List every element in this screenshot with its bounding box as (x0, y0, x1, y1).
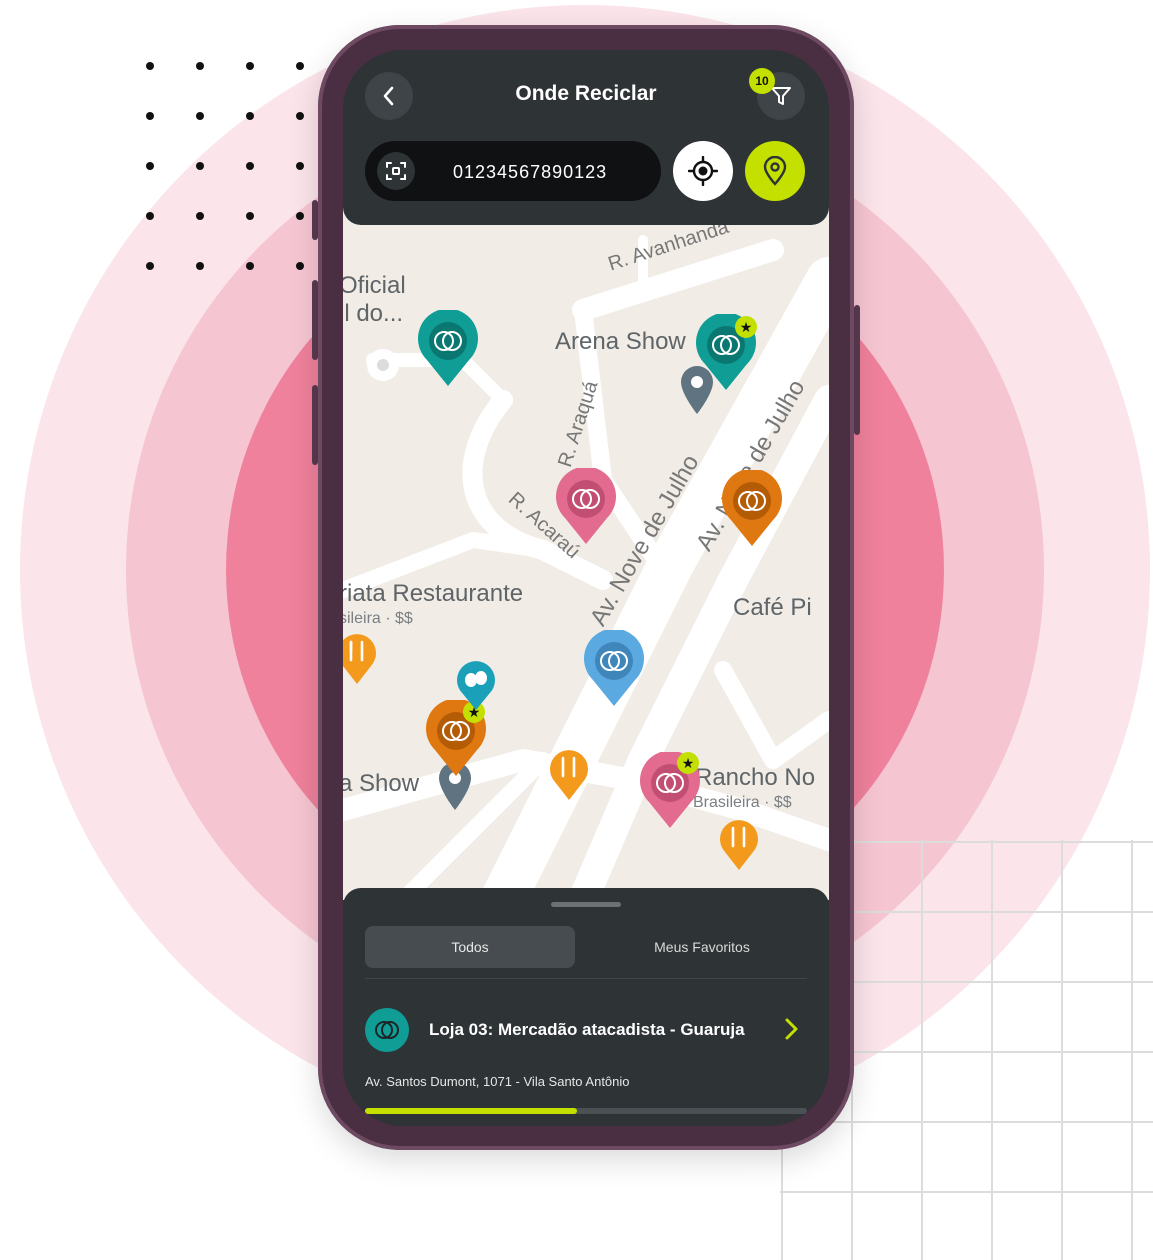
decorative-dot (296, 262, 304, 270)
theater-masks-icon[interactable] (455, 658, 497, 712)
store-recycle-icon (365, 1008, 409, 1052)
map-place-label: Café Pi (733, 594, 812, 621)
sheet-drag-handle[interactable] (551, 902, 621, 907)
decorative-dot (146, 262, 154, 270)
add-location-button[interactable] (745, 141, 805, 201)
barcode-search-input[interactable] (451, 141, 655, 203)
decorative-dot (246, 262, 254, 270)
bottom-sheet: Todos Meus Favoritos Loja 03: Mercadão a… (343, 888, 829, 1126)
decorative-dot (246, 62, 254, 70)
recycle-point-marker[interactable] (583, 630, 645, 708)
app-header: Onde Reciclar 10 (343, 50, 829, 225)
favorite-star-icon: ★ (677, 752, 699, 774)
recycle-point-marker[interactable] (555, 468, 617, 546)
recycle-rings-icon (375, 1021, 399, 1039)
favorite-star-icon: ★ (735, 316, 757, 338)
map-place-label: a Show (343, 770, 420, 797)
recycle-point-marker[interactable] (721, 470, 783, 548)
tab-meus-favoritos[interactable]: Meus Favoritos (597, 926, 807, 968)
recycle-rings-icon (418, 310, 478, 386)
decorative-dot (146, 212, 154, 220)
map-place-label: il do... (343, 300, 404, 327)
chevron-right-icon[interactable] (781, 1016, 801, 1042)
phone-screen: Onde Reciclar 10 01234567890123 Oficial … (343, 50, 829, 1126)
map-place-label: riata Restaurante (343, 580, 524, 607)
fork-knife-icon[interactable] (719, 816, 759, 872)
store-name[interactable]: Loja 03: Mercadão atacadista - Guaruja (429, 1020, 745, 1040)
map-place-label: Arena Show (555, 328, 686, 355)
recycle-point-marker[interactable]: ★ (695, 314, 757, 392)
recycle-point-marker[interactable]: ★ (639, 752, 701, 830)
map-place-sublabel: Brasileira · $$ (693, 794, 792, 811)
fork-knife-icon[interactable] (343, 630, 377, 686)
decorative-dot (196, 62, 204, 70)
recycle-rings-icon (722, 470, 782, 546)
decorative-dot (246, 162, 254, 170)
filter-count-badge: 10 (749, 68, 775, 94)
scan-qr-icon (386, 162, 406, 180)
filter-funnel-icon (771, 87, 791, 105)
decorative-dot (196, 262, 204, 270)
decorative-dot (296, 62, 304, 70)
decorative-dot (146, 112, 154, 120)
store-address: Av. Santos Dumont, 1071 - Vila Santo Ant… (365, 1074, 630, 1089)
list-progress-fill (365, 1108, 578, 1114)
tab-todos[interactable]: Todos (365, 926, 575, 968)
search-bar (365, 141, 661, 203)
decorative-dot-grid (140, 56, 310, 276)
decorative-dot (146, 162, 154, 170)
fork-knife-icon[interactable] (549, 746, 589, 802)
decorative-dot (196, 112, 204, 120)
decorative-dot (196, 162, 204, 170)
map-place-sublabel: sileira · $$ (343, 610, 413, 627)
decorative-dot (296, 162, 304, 170)
decorative-dot (246, 212, 254, 220)
current-location-button[interactable] (673, 141, 733, 201)
scan-button[interactable] (377, 152, 415, 190)
phone-power-button (854, 305, 860, 435)
map-place-label: Rancho No (695, 764, 816, 791)
map-view[interactable]: Oficial il do... Arena Show riata Restau… (343, 200, 829, 900)
crosshair-location-icon (688, 156, 718, 186)
decorative-dot (246, 112, 254, 120)
decorative-dot (146, 62, 154, 70)
recycle-rings-icon (556, 468, 616, 544)
list-progress-bar (365, 1108, 807, 1114)
recycle-point-marker[interactable] (417, 310, 479, 388)
map-place-label: Oficial (343, 272, 406, 299)
recycle-rings-icon (584, 630, 644, 706)
decorative-dot (296, 112, 304, 120)
map-pin-icon (763, 156, 787, 186)
decorative-dot (296, 212, 304, 220)
divider (365, 978, 807, 979)
decorative-dot (196, 212, 204, 220)
